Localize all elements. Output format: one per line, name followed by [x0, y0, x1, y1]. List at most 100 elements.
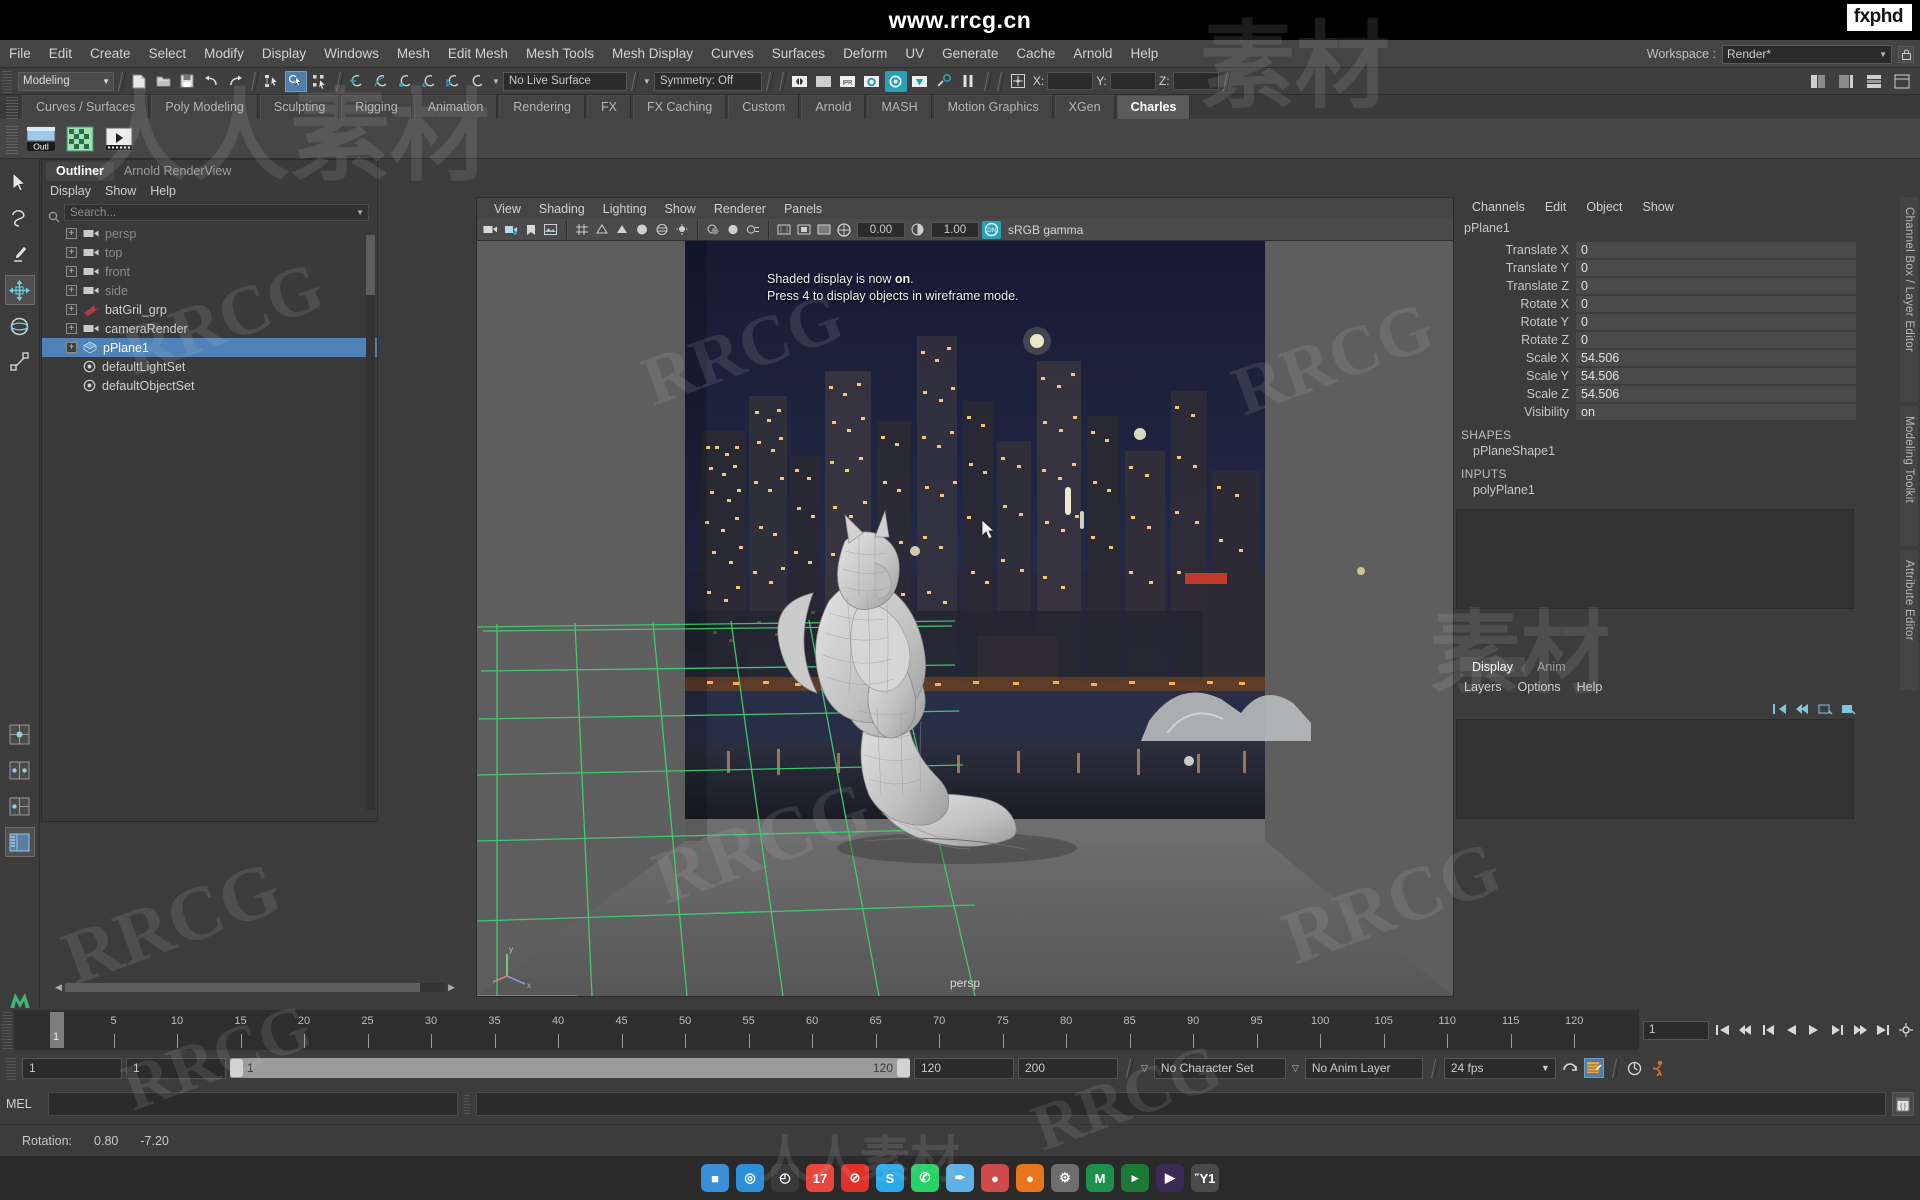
tab-modeling-toolkit[interactable]: Modeling Toolkit [1900, 406, 1918, 546]
channel-value-translate-y[interactable]: 0 [1576, 260, 1856, 276]
dock-terminal-icon[interactable]: ▸ [1121, 1164, 1149, 1192]
chevron-down-icon[interactable]: ▼ [492, 77, 500, 86]
statusbar-grip[interactable] [2, 69, 12, 93]
lighting-icon[interactable] [672, 221, 691, 239]
menu-item-mesh[interactable]: Mesh [388, 43, 439, 64]
go-to-start-button[interactable] [1712, 1020, 1732, 1040]
paint-select-tool[interactable] [5, 239, 35, 269]
viewport-menu-show[interactable]: Show [656, 200, 705, 218]
outliner-item-pplane1[interactable]: + pPlane1 [42, 338, 377, 357]
uv-editor-shelf-icon[interactable] [63, 123, 97, 155]
outliner-item-side[interactable]: + side [42, 281, 377, 300]
auto-key-button[interactable] [1583, 1058, 1604, 1078]
dock-preferences-icon[interactable]: ⚙ [1051, 1164, 1079, 1192]
shelf-tab-xgen[interactable]: XGen [1054, 95, 1115, 119]
character-run-icon[interactable] [1649, 1058, 1669, 1078]
channel-value-translate-z[interactable]: 0 [1576, 278, 1856, 294]
layer-editor-tab-anim[interactable]: Anim [1525, 657, 1577, 677]
coord-y-input[interactable] [1109, 72, 1156, 90]
outliner-item-defaultlightset[interactable]: defaultLightSet [42, 357, 377, 376]
layer-first-icon[interactable] [1772, 702, 1787, 720]
range-end-handle[interactable] [897, 1059, 910, 1077]
outliner-item-persp[interactable]: + persp [42, 224, 377, 243]
lock-icon[interactable] [1898, 45, 1914, 63]
channel-value-scale-z[interactable]: 54.506 [1576, 386, 1856, 402]
channel-value-rotate-x[interactable]: 0 [1576, 296, 1856, 312]
playback-end-field[interactable]: 200 [1018, 1057, 1118, 1079]
make-live-button[interactable] [466, 71, 488, 92]
render-sequence-button[interactable] [909, 71, 931, 92]
channelbox-menu-channels[interactable]: Channels [1462, 198, 1535, 216]
menu-item-curves[interactable]: Curves [702, 43, 763, 64]
menu-item-mesh-tools[interactable]: Mesh Tools [517, 43, 603, 64]
go-to-end-button[interactable] [1873, 1020, 1893, 1040]
layout-outliner-persp-button[interactable] [4, 827, 35, 857]
expand-icon[interactable]: + [66, 285, 77, 296]
chevron-down-icon[interactable]: ▼ [356, 208, 364, 217]
shelf-tab-animation[interactable]: Animation [413, 95, 498, 119]
select-tool[interactable] [5, 167, 35, 197]
layout-single-view-button[interactable] [5, 719, 35, 749]
redo-button[interactable] [224, 71, 246, 92]
time-slider-grip[interactable] [2, 1011, 12, 1049]
play-backwards-button[interactable] [1781, 1020, 1801, 1040]
outliner-search-input[interactable]: Search... ▼ [64, 204, 369, 221]
chevron-down-icon[interactable]: ▼ [643, 77, 651, 86]
chevron-down-icon[interactable]: ▽ [1292, 1063, 1299, 1074]
anim-layer-select[interactable]: No Anim Layer [1304, 1057, 1423, 1079]
shelf-tab-mash[interactable]: MASH [867, 95, 932, 119]
playblast-shelf-icon[interactable] [102, 123, 136, 155]
outliner-horizontal-scrollbar[interactable]: ◀ ▶ [55, 980, 455, 994]
outliner-item-defaultobjectset[interactable]: defaultObjectSet [42, 376, 377, 395]
layer-new-selected-icon[interactable] [1841, 702, 1856, 720]
shelf-tab-grip[interactable] [6, 97, 18, 119]
menu-item-mesh-display[interactable]: Mesh Display [603, 43, 702, 64]
channelbox-menu-show[interactable]: Show [1633, 198, 1684, 216]
layer-prev-icon[interactable] [1795, 702, 1810, 720]
outliner-menu-show[interactable]: Show [105, 184, 136, 198]
grid-toggle-icon[interactable] [572, 221, 591, 239]
menu-item-edit-mesh[interactable]: Edit Mesh [439, 43, 517, 64]
menu-item-surfaces[interactable]: Surfaces [763, 43, 834, 64]
settings-icon[interactable] [1896, 1020, 1916, 1040]
select-camera-icon[interactable] [481, 221, 500, 239]
snap-curve-button[interactable] [370, 71, 392, 92]
dock-tweetbot-icon[interactable]: ✒ [946, 1164, 974, 1192]
menu-item-uv[interactable]: UV [896, 43, 933, 64]
show-outliner-panel-button[interactable] [1807, 71, 1829, 92]
menu-item-deform[interactable]: Deform [834, 43, 896, 64]
bookmark-icon[interactable] [521, 221, 540, 239]
menu-item-file[interactable]: File [0, 43, 40, 64]
workspace-select[interactable]: Render* ▼ [1722, 44, 1892, 64]
layer-list-area[interactable] [1456, 719, 1854, 819]
dock-calendar-icon[interactable]: 17 [806, 1164, 834, 1192]
xray-icon[interactable] [774, 221, 793, 239]
layer-editor-menu-help[interactable]: Help [1577, 680, 1603, 694]
layer-editor-menu-options[interactable]: Options [1518, 680, 1561, 694]
shapes-item[interactable]: pPlaneShape1 [1456, 443, 1876, 460]
scrollbar-thumb[interactable] [366, 235, 375, 295]
expand-icon[interactable]: + [66, 266, 77, 277]
hypershade-button[interactable] [884, 70, 907, 92]
shelf-grip[interactable] [6, 123, 18, 154]
viewport-menu-lighting[interactable]: Lighting [594, 200, 656, 218]
snap-point-button[interactable] [394, 71, 416, 92]
snap-projected-button[interactable] [418, 71, 440, 92]
rotate-tool[interactable] [5, 311, 35, 341]
select-component-button[interactable] [309, 71, 331, 92]
dock-safari-icon[interactable]: ◎ [736, 1164, 764, 1192]
scrollbar-thumb[interactable] [64, 982, 420, 992]
viewport-menu-renderer[interactable]: Renderer [705, 200, 775, 218]
shelf-tab-curves-surfaces[interactable]: Curves / Surfaces [22, 95, 150, 119]
wireframe-icon[interactable] [592, 221, 611, 239]
channel-value-rotate-z[interactable]: 0 [1576, 332, 1856, 348]
dock-premiere-icon[interactable]: ▶ [1156, 1164, 1184, 1192]
textured-icon[interactable] [652, 221, 671, 239]
lasso-tool[interactable] [5, 203, 35, 233]
symmetry-field[interactable]: Symmetry: Off [653, 71, 762, 91]
viewport-3d-scene[interactable]: y x Shaded display is now on. Press 4 to… [477, 241, 1453, 996]
coord-z-input[interactable] [1172, 72, 1219, 90]
menu-set-select[interactable]: Modeling ▼ [18, 71, 114, 91]
range-bar-grip[interactable] [6, 1056, 16, 1080]
time-cursor[interactable]: 1 [50, 1012, 64, 1048]
